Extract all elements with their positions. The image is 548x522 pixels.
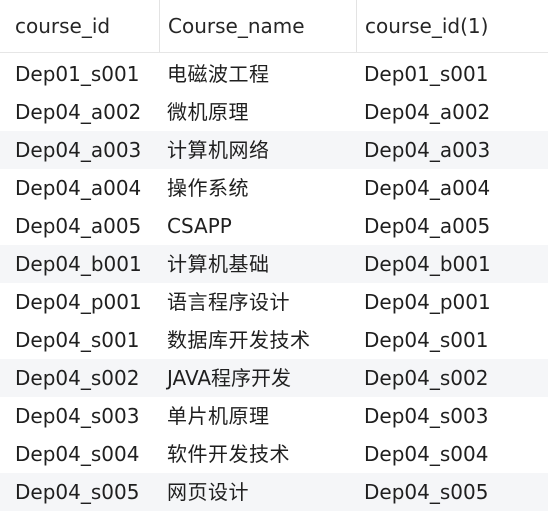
column-header-course-name[interactable]: Course_name [159, 0, 356, 52]
cell-course-id[interactable]: Dep04_s002 [15, 359, 139, 397]
cell-course-id-1[interactable]: Dep04_a003 [364, 131, 490, 169]
table-row[interactable]: Dep04_a003 计算机网络 Dep04_a003 [0, 131, 548, 169]
cell-course-name[interactable]: 网页设计 [167, 473, 249, 511]
cell-course-id[interactable]: Dep01_s001 [15, 55, 139, 93]
cell-course-id-1[interactable]: Dep01_s001 [364, 55, 488, 93]
cell-course-id-1[interactable]: Dep04_a004 [364, 169, 490, 207]
cell-course-id[interactable]: Dep04_s004 [15, 435, 139, 473]
cell-course-name[interactable]: 微机原理 [167, 93, 249, 131]
table-row[interactable]: Dep04_s002 JAVA程序开发 Dep04_s002 [0, 359, 548, 397]
table-row[interactable]: Dep04_s004 软件开发技术 Dep04_s004 [0, 435, 548, 473]
table-row[interactable]: Dep01_s001 电磁波工程 Dep01_s001 [0, 55, 548, 93]
column-header-course-id-1[interactable]: course_id(1) [356, 0, 548, 52]
cell-course-id-1[interactable]: Dep04_s004 [364, 435, 488, 473]
cell-course-id[interactable]: Dep04_a002 [15, 93, 141, 131]
cell-course-name[interactable]: 操作系统 [167, 169, 249, 207]
table-row[interactable]: Dep04_a005 CSAPP Dep04_a005 [0, 207, 548, 245]
grid-body: Dep01_s001 电磁波工程 Dep01_s001 Dep04_a002 微… [0, 55, 548, 511]
cell-course-id[interactable]: Dep04_s003 [15, 397, 139, 435]
cell-course-id[interactable]: Dep04_s005 [15, 473, 139, 511]
cell-course-id-1[interactable]: Dep04_s005 [364, 473, 488, 511]
cell-course-id[interactable]: Dep04_s001 [15, 321, 139, 359]
cell-course-id-1[interactable]: Dep04_a005 [364, 207, 490, 245]
cell-course-id-1[interactable]: Dep04_p001 [364, 283, 491, 321]
cell-course-id[interactable]: Dep04_a004 [15, 169, 141, 207]
table-row[interactable]: Dep04_p001 语言程序设计 Dep04_p001 [0, 283, 548, 321]
cell-course-id-1[interactable]: Dep04_s003 [364, 397, 488, 435]
table-row[interactable]: Dep04_s001 数据库开发技术 Dep04_s001 [0, 321, 548, 359]
table-row[interactable]: Dep04_a004 操作系统 Dep04_a004 [0, 169, 548, 207]
cell-course-id[interactable]: Dep04_a003 [15, 131, 141, 169]
cell-course-id[interactable]: Dep04_b001 [15, 245, 142, 283]
cell-course-name[interactable]: JAVA程序开发 [167, 359, 291, 397]
table-row[interactable]: Dep04_s003 单片机原理 Dep04_s003 [0, 397, 548, 435]
cell-course-id-1[interactable]: Dep04_s001 [364, 321, 488, 359]
cell-course-id-1[interactable]: Dep04_b001 [364, 245, 491, 283]
cell-course-name[interactable]: 语言程序设计 [167, 283, 290, 321]
cell-course-name[interactable]: 数据库开发技术 [167, 321, 311, 359]
grid-header: course_id Course_name course_id(1) [0, 0, 548, 53]
cell-course-id[interactable]: Dep04_p001 [15, 283, 142, 321]
column-header-course-id[interactable]: course_id [7, 0, 159, 52]
table-row[interactable]: Dep04_a002 微机原理 Dep04_a002 [0, 93, 548, 131]
table-row[interactable]: Dep04_b001 计算机基础 Dep04_b001 [0, 245, 548, 283]
table-row[interactable]: Dep04_s005 网页设计 Dep04_s005 [0, 473, 548, 511]
cell-course-name[interactable]: 电磁波工程 [167, 55, 270, 93]
cell-course-id[interactable]: Dep04_a005 [15, 207, 141, 245]
cell-course-name[interactable]: 软件开发技术 [167, 435, 290, 473]
cell-course-id-1[interactable]: Dep04_s002 [364, 359, 488, 397]
cell-course-name[interactable]: CSAPP [167, 207, 232, 245]
result-grid: course_id Course_name course_id(1) Dep01… [0, 0, 548, 522]
cell-course-name[interactable]: 计算机网络 [167, 131, 270, 169]
cell-course-name[interactable]: 单片机原理 [167, 397, 270, 435]
cell-course-name[interactable]: 计算机基础 [167, 245, 270, 283]
cell-course-id-1[interactable]: Dep04_a002 [364, 93, 490, 131]
